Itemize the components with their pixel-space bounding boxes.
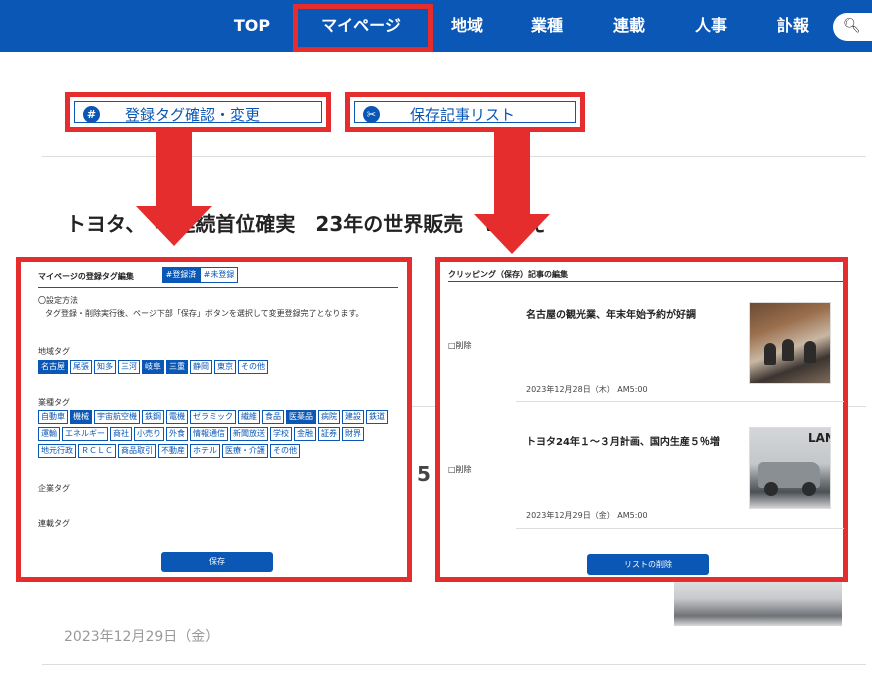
tag-chip[interactable]: 電機 <box>166 410 188 424</box>
nav-obituary[interactable]: 訃報 <box>764 0 822 52</box>
registered-tags-label: 登録タグ確認・変更 <box>125 106 261 124</box>
tag-chip[interactable]: 知多 <box>94 360 116 374</box>
divider <box>448 281 843 282</box>
tag-chip[interactable]: 医療・介護 <box>222 444 268 458</box>
tag-chip[interactable]: 宇宙航空機 <box>94 410 140 424</box>
nav-top[interactable]: TOP <box>224 0 280 52</box>
tag-chip[interactable]: 尾張 <box>70 360 92 374</box>
tag-chip[interactable]: 建設 <box>342 410 364 424</box>
clip-thumbnail[interactable] <box>749 302 831 384</box>
tag-chip[interactable]: 静岡 <box>190 360 212 374</box>
mypage-highlight <box>293 4 433 52</box>
nav-industry[interactable]: 業種 <box>518 0 576 52</box>
save-button[interactable]: 保存 <box>161 552 273 572</box>
tag-chip[interactable]: その他 <box>238 360 268 374</box>
global-nav: TOP マイページ 地域 業種 連載 人事 訃報 🔍︎ <box>0 0 872 52</box>
delete-checkbox[interactable]: □削除 <box>448 464 472 475</box>
tag-chip[interactable]: ＲＣＬＣ <box>78 444 116 458</box>
scissors-icon: ✂ <box>363 106 380 123</box>
tag-chip[interactable]: ホテル <box>190 444 220 458</box>
clipping-heading: クリッピング（保存）記事の編集 <box>448 270 568 279</box>
tag-chip[interactable]: 名古屋 <box>38 360 68 374</box>
thumbnail-text: LAN <box>808 431 830 445</box>
clip-thumbnail[interactable]: LAN <box>749 427 831 509</box>
tag-chip[interactable]: 不動産 <box>158 444 188 458</box>
tab-registered[interactable]: #登録済 <box>162 267 200 283</box>
clip-title[interactable]: トヨタ24年１～３月計画、国内生産５％増 <box>526 433 720 448</box>
company-tags-label: 企業タグ <box>38 484 70 493</box>
tab-unregistered[interactable]: #未登録 <box>200 267 238 283</box>
tag-chip[interactable]: ゼラミック <box>190 410 236 424</box>
tag-chip[interactable]: 食品 <box>262 410 284 424</box>
registered-tags-button[interactable]: # 登録タグ確認・変更 <box>65 92 331 132</box>
method-description: タグ登録・削除実行後、ページ下部「保存」ボタンを選択して変更登録完了となります。 <box>45 309 364 318</box>
divider <box>516 401 844 402</box>
tag-chip[interactable]: 金融 <box>294 427 316 441</box>
tag-chip[interactable]: 三河 <box>118 360 140 374</box>
tag-chip[interactable]: 岐阜 <box>142 360 164 374</box>
series-tags-label: 連載タグ <box>38 519 70 528</box>
tag-editor-heading: マイページの登録タグ編集 <box>38 272 134 281</box>
tag-chip[interactable]: 証券 <box>318 427 340 441</box>
clip-date: 2023年12月29日（金） AM5:00 <box>526 511 648 520</box>
saved-articles-button[interactable]: ✂ 保存記事リスト <box>345 92 585 132</box>
tag-chip[interactable]: その他 <box>270 444 300 458</box>
tag-chip[interactable]: 鉄道 <box>366 410 388 424</box>
arrow-down-icon <box>136 130 212 246</box>
divider <box>42 664 866 665</box>
tag-chip[interactable]: エネルギー <box>62 427 108 441</box>
delete-list-button[interactable]: リストの削除 <box>587 554 709 575</box>
clip-title[interactable]: 名古屋の観光業、年末年始予約が好調 <box>526 306 696 321</box>
magnifier-icon: 🔍︎ <box>843 18 861 34</box>
tag-chip[interactable]: 商品取引 <box>118 444 156 458</box>
nav-personnel[interactable]: 人事 <box>682 0 740 52</box>
article-number: 5 <box>417 462 431 486</box>
tag-chip[interactable]: 自動車 <box>38 410 68 424</box>
tag-chip[interactable]: 三重 <box>166 360 188 374</box>
tag-chip[interactable]: 地元行政 <box>38 444 76 458</box>
tag-chip[interactable]: 学校 <box>270 427 292 441</box>
divider <box>516 528 844 529</box>
tag-chip[interactable]: 財界 <box>342 427 364 441</box>
industry-tags-label: 業種タグ <box>38 398 70 407</box>
tag-chip[interactable]: 小売り <box>134 427 164 441</box>
nav-region[interactable]: 地域 <box>438 0 496 52</box>
hash-icon: # <box>83 106 100 123</box>
tag-chip[interactable]: 東京 <box>214 360 236 374</box>
tag-chip[interactable]: 病院 <box>318 410 340 424</box>
tag-chip[interactable]: 医薬品 <box>286 410 316 424</box>
tag-chip[interactable]: 運輸 <box>38 427 60 441</box>
saved-articles-label: 保存記事リスト <box>410 106 516 124</box>
tag-chip[interactable]: 機械 <box>70 410 92 424</box>
region-tags-label: 地域タグ <box>38 347 70 356</box>
tag-chip[interactable]: 商社 <box>110 427 132 441</box>
tag-chip[interactable]: 新聞放送 <box>230 427 268 441</box>
search-box[interactable]: 🔍︎ <box>833 13 872 41</box>
clipping-panel: クリッピング（保存）記事の編集 □削除 名古屋の観光業、年末年始予約が好調 20… <box>435 257 848 582</box>
method-title: 〇設定方法 <box>38 296 78 305</box>
tag-chip[interactable]: 鉄鋼 <box>142 410 164 424</box>
tag-chip[interactable]: 情報通信 <box>190 427 228 441</box>
article-date: 2023年12月29日（金） <box>64 629 220 645</box>
divider <box>38 287 398 288</box>
tag-editor-panel: マイページの登録タグ編集 #登録済 #未登録 〇設定方法 タグ登録・削除実行後、… <box>16 257 412 582</box>
tag-chip[interactable]: 繊維 <box>238 410 260 424</box>
nav-series[interactable]: 連載 <box>600 0 658 52</box>
clip-date: 2023年12月28日（木） AM5:00 <box>526 385 648 394</box>
tag-chip[interactable]: 外食 <box>166 427 188 441</box>
article-photo[interactable] <box>674 576 842 626</box>
arrow-down-icon <box>474 130 550 254</box>
delete-checkbox[interactable]: □削除 <box>448 340 472 351</box>
